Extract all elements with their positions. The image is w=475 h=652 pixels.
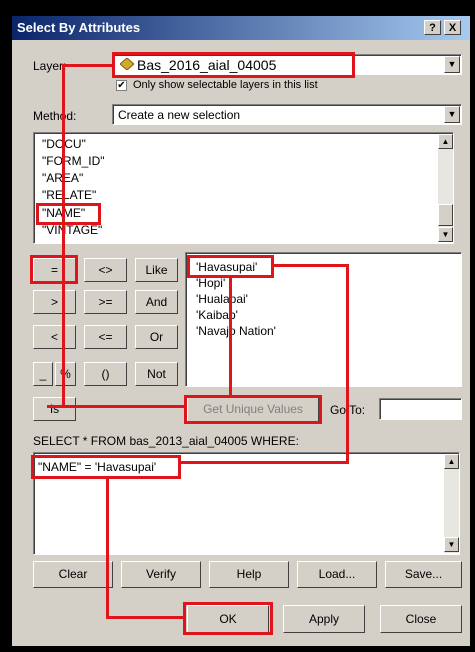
percent-button[interactable]: % xyxy=(55,362,76,386)
ok-button[interactable]: OK xyxy=(187,605,269,633)
less-button[interactable]: < xyxy=(33,325,76,349)
field-item[interactable]: "VINTAGE" xyxy=(42,223,102,237)
value-item[interactable]: 'Kaibab' xyxy=(196,308,238,322)
help-button[interactable]: Help xyxy=(209,561,289,588)
goto-input[interactable] xyxy=(379,398,462,420)
value-item[interactable]: 'Navajo Nation' xyxy=(196,324,276,338)
field-item[interactable]: "RELATE" xyxy=(42,188,96,202)
and-button[interactable]: And xyxy=(135,290,178,314)
method-value: Create a new selection xyxy=(118,108,241,122)
expression-text: "NAME" = 'Havasupai' xyxy=(38,460,157,474)
help-title-button[interactable]: ? xyxy=(424,20,441,35)
parentheses-button[interactable]: () xyxy=(84,362,127,386)
scroll-down-icon[interactable]: ▼ xyxy=(438,227,453,242)
not-button[interactable]: Not xyxy=(135,362,178,386)
scroll-thumb[interactable] xyxy=(438,204,453,226)
clear-button[interactable]: Clear xyxy=(33,561,113,588)
value-item[interactable]: 'Hopi' xyxy=(196,276,225,290)
close-title-button[interactable]: X xyxy=(444,20,461,35)
close-button[interactable]: Close xyxy=(380,605,462,633)
selectable-only-checkbox[interactable]: ✔ xyxy=(116,80,127,91)
greater-equal-button[interactable]: >= xyxy=(84,290,127,314)
field-item[interactable]: "FORM_ID" xyxy=(42,154,105,168)
field-item[interactable]: "AREA" xyxy=(42,171,83,185)
scroll-up-icon[interactable]: ▲ xyxy=(438,134,453,149)
underscore-button[interactable]: _ xyxy=(33,362,53,386)
scroll-down-icon[interactable]: ▼ xyxy=(444,537,459,552)
load-button[interactable]: Load... xyxy=(297,561,377,588)
layer-dropdown-arrow[interactable]: ▼ xyxy=(444,56,460,73)
not-equals-button[interactable]: <> xyxy=(84,258,127,282)
value-item[interactable]: 'Havasupai' xyxy=(196,260,257,274)
dialog-title: Select By Attributes xyxy=(17,20,141,35)
layer-label: Layer: xyxy=(33,59,67,73)
method-dropdown-arrow[interactable]: ▼ xyxy=(444,106,460,123)
verify-button[interactable]: Verify xyxy=(121,561,201,588)
equals-button[interactable]: = xyxy=(33,258,76,282)
or-button[interactable]: Or xyxy=(135,325,178,349)
scroll-up-icon[interactable]: ▲ xyxy=(444,454,459,469)
like-button[interactable]: Like xyxy=(135,258,178,282)
greater-button[interactable]: > xyxy=(33,290,76,314)
is-button[interactable]: Is xyxy=(33,397,76,421)
get-unique-values-button[interactable]: Get Unique Values xyxy=(187,397,319,422)
layer-icon xyxy=(119,57,135,71)
layer-value: Bas_2016_aial_04005 xyxy=(137,57,277,73)
save-button[interactable]: Save... xyxy=(385,561,462,588)
sql-prefix: SELECT * FROM bas_2013_aial_04005 WHERE: xyxy=(33,434,299,448)
less-equal-button[interactable]: <= xyxy=(84,325,127,349)
value-item[interactable]: 'Hualapai' xyxy=(196,292,248,306)
selectable-only-label: Only show selectable layers in this list xyxy=(133,79,318,91)
method-label: Method: xyxy=(33,109,77,123)
goto-label: Go To: xyxy=(330,403,366,417)
apply-button[interactable]: Apply xyxy=(283,605,365,633)
field-item[interactable]: "DOCU" xyxy=(42,137,86,151)
field-item[interactable]: "NAME" xyxy=(42,206,85,220)
